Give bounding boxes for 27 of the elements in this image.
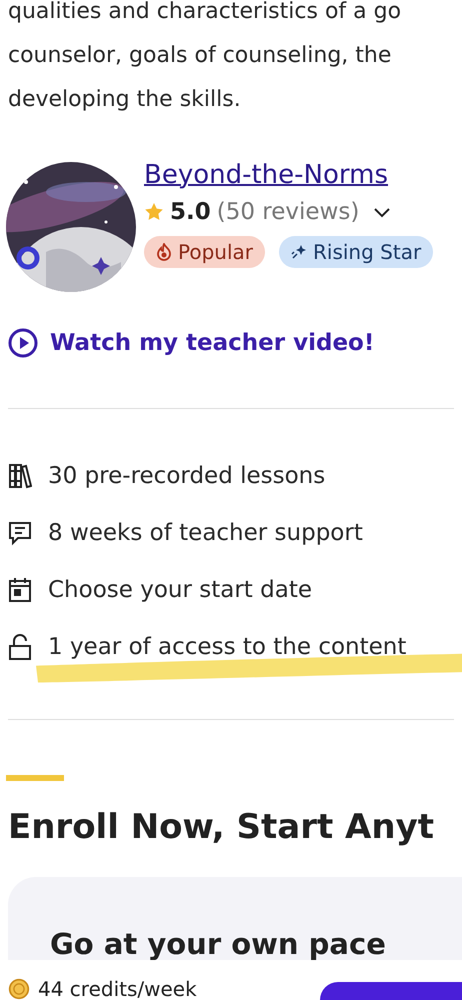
feature-text: 8 weeks of teacher support	[48, 520, 363, 546]
teacher-video-link[interactable]: Watch my teacher video!	[8, 328, 462, 358]
enroll-button[interactable]	[320, 982, 462, 1000]
rating-value: 5.0	[170, 199, 211, 225]
accent-bar	[6, 775, 64, 781]
feature-text: 30 pre-recorded lessons	[48, 462, 326, 488]
description-text: qualities and characteristics of a go	[8, 0, 402, 26]
feature-text: Choose your start date	[48, 576, 312, 602]
books-icon	[8, 462, 32, 490]
feature-text: 1 year of access to the content	[48, 634, 406, 660]
badge-tag: Popular	[144, 236, 265, 268]
calendar-icon	[8, 576, 32, 604]
section-title: Enroll Now, Start Anyt	[8, 806, 435, 847]
chevron-down-icon[interactable]	[373, 206, 392, 218]
sparkle-icon	[291, 244, 307, 260]
teacher-name-link[interactable]: Beyond-the-Norms	[144, 160, 434, 190]
unlocked-padlock-icon	[8, 632, 32, 660]
play-icon	[8, 328, 38, 358]
description-text: counselor, goals of counseling, the	[8, 42, 392, 70]
card-title: Go at your own pace	[50, 926, 387, 961]
star-icon	[144, 202, 164, 222]
flame-icon	[156, 243, 172, 261]
reviews-count: (50 reviews)	[216, 199, 360, 225]
badge-tag: Rising Star	[279, 236, 434, 268]
description-text: developing the skills.	[8, 86, 242, 114]
coin-icon	[6, 978, 32, 1000]
price-text: 44 credits/week	[38, 978, 197, 1000]
